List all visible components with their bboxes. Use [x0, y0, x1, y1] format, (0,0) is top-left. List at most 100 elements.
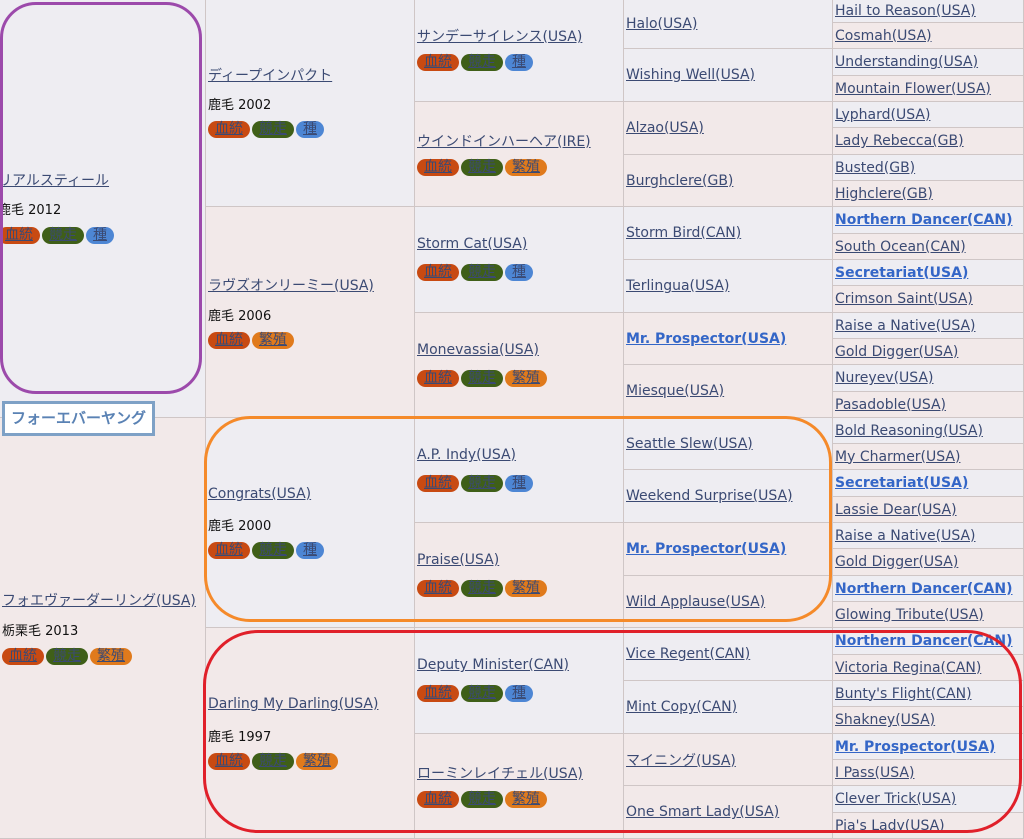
gen5-link[interactable]: Mr. Prospector(USA)	[835, 739, 995, 755]
gen4-link[interactable]: Terlingua(USA)	[626, 278, 729, 294]
badge-mare[interactable]: 繁殖	[505, 159, 547, 176]
gen4-link[interactable]: One Smart Lady(USA)	[626, 804, 779, 820]
badge-race[interactable]: 競走	[461, 264, 503, 281]
gen5-link[interactable]: Lyphard(USA)	[835, 107, 930, 123]
gen5-link[interactable]: Northern Dancer(CAN)	[835, 633, 1013, 649]
gen5-link[interactable]: Pia's Lady(USA)	[835, 818, 945, 834]
badge-race[interactable]: 競走	[461, 159, 503, 176]
gen5-link[interactable]: Lassie Dear(USA)	[835, 502, 957, 518]
badge-blood[interactable]: 血統	[208, 121, 250, 138]
badge-blood[interactable]: 血統	[0, 227, 40, 244]
gen5-link[interactable]: Mountain Flower(USA)	[835, 81, 991, 97]
badge-mare[interactable]: 繁殖	[505, 791, 547, 808]
gen4-link[interactable]: Miesque(USA)	[626, 383, 724, 399]
gen4-link[interactable]: Wishing Well(USA)	[626, 67, 755, 83]
gen5-link[interactable]: Bold Reasoning(USA)	[835, 423, 983, 439]
badge-stud[interactable]: 種	[86, 227, 114, 244]
gen4-link[interactable]: Halo(USA)	[626, 16, 697, 32]
gen5-link[interactable]: My Charmer(USA)	[835, 449, 960, 465]
gen4-link[interactable]: Wild Applause(USA)	[626, 594, 765, 610]
gen5-link[interactable]: Hail to Reason(USA)	[835, 3, 976, 19]
gen4-link[interactable]: Mint Copy(CAN)	[626, 699, 737, 715]
gen3-link[interactable]: Praise(USA)	[417, 552, 499, 568]
gen3-link[interactable]: サンデーサイレンス(USA)	[417, 26, 582, 46]
badge-race[interactable]: 競走	[252, 121, 294, 138]
gen5-link[interactable]: Gold Digger(USA)	[835, 554, 958, 570]
badge-mare[interactable]: 繁殖	[252, 332, 294, 349]
gen5-link[interactable]: Lady Rebecca(GB)	[835, 133, 964, 149]
gen5-link[interactable]: Raise a Native(USA)	[835, 528, 976, 544]
badge-mare[interactable]: 繁殖	[505, 370, 547, 387]
gen5-link[interactable]: I Pass(USA)	[835, 765, 914, 781]
gen3-link[interactable]: ウインドインハーヘア(IRE)	[417, 131, 591, 151]
gen2-link[interactable]: Congrats(USA)	[208, 486, 311, 502]
badge-stud[interactable]: 種	[505, 264, 533, 281]
gen5-link[interactable]: Cosmah(USA)	[835, 28, 932, 44]
badge-stud[interactable]: 種	[296, 121, 324, 138]
badge-mare[interactable]: 繁殖	[296, 753, 338, 770]
badge-race[interactable]: 競走	[42, 227, 84, 244]
badge-stud[interactable]: 種	[296, 542, 324, 559]
badge-mare[interactable]: 繁殖	[90, 648, 132, 665]
gen5-link[interactable]: Raise a Native(USA)	[835, 318, 976, 334]
badge-blood[interactable]: 血統	[208, 542, 250, 559]
badge-blood[interactable]: 血統	[208, 332, 250, 349]
badge-race[interactable]: 競走	[252, 542, 294, 559]
gen3-link[interactable]: ローミンレイチェル(USA)	[417, 763, 583, 783]
badge-stud[interactable]: 種	[505, 475, 533, 492]
gen4-link[interactable]: Alzao(USA)	[626, 120, 704, 136]
badge-race[interactable]: 競走	[461, 475, 503, 492]
gen2-link[interactable]: Darling My Darling(USA)	[208, 696, 378, 712]
gen5-link[interactable]: Northern Dancer(CAN)	[835, 212, 1013, 228]
gen4-link[interactable]: Storm Bird(CAN)	[626, 225, 741, 241]
gen5-link[interactable]: South Ocean(CAN)	[835, 239, 966, 255]
badge-race[interactable]: 競走	[46, 648, 88, 665]
gen5-link[interactable]: Northern Dancer(CAN)	[835, 581, 1013, 597]
gen5-link[interactable]: Secretariat(USA)	[835, 475, 968, 491]
badge-stud[interactable]: 種	[505, 685, 533, 702]
gen5-link[interactable]: Gold Digger(USA)	[835, 344, 958, 360]
badge-mare[interactable]: 繁殖	[505, 580, 547, 597]
badge-blood[interactable]: 血統	[208, 753, 250, 770]
gen4-link[interactable]: Vice Regent(CAN)	[626, 646, 750, 662]
badge-blood[interactable]: 血統	[417, 791, 459, 808]
gen4-link[interactable]: Burghclere(GB)	[626, 173, 733, 189]
badge-race[interactable]: 競走	[461, 580, 503, 597]
gen5-link[interactable]: Understanding(USA)	[835, 54, 978, 70]
gen5-link[interactable]: Nureyev(USA)	[835, 370, 934, 386]
badge-blood[interactable]: 血統	[417, 580, 459, 597]
gen5-link[interactable]: Glowing Tribute(USA)	[835, 607, 984, 623]
badge-race[interactable]: 競走	[461, 791, 503, 808]
badge-blood[interactable]: 血統	[417, 159, 459, 176]
badge-race[interactable]: 競走	[461, 685, 503, 702]
gen5-link[interactable]: Crimson Saint(USA)	[835, 291, 973, 307]
gen3-link[interactable]: Deputy Minister(CAN)	[417, 657, 569, 673]
gen5-link[interactable]: Shakney(USA)	[835, 712, 935, 728]
badge-blood[interactable]: 血統	[2, 648, 44, 665]
gen3-link[interactable]: Monevassia(USA)	[417, 342, 539, 358]
gen5-link[interactable]: Secretariat(USA)	[835, 265, 968, 281]
gen5-link[interactable]: Clever Trick(USA)	[835, 791, 956, 807]
gen5-link[interactable]: Pasadoble(USA)	[835, 397, 946, 413]
gen3-link[interactable]: Storm Cat(USA)	[417, 236, 527, 252]
gen3-link[interactable]: A.P. Indy(USA)	[417, 447, 516, 463]
badge-race[interactable]: 競走	[252, 753, 294, 770]
badge-race[interactable]: 競走	[461, 370, 503, 387]
gen5-link[interactable]: Busted(GB)	[835, 160, 915, 176]
sire-link[interactable]: リアルスティール	[0, 170, 109, 190]
gen5-link[interactable]: Highclere(GB)	[835, 186, 933, 202]
badge-race[interactable]: 競走	[461, 54, 503, 71]
gen4-link[interactable]: Mr. Prospector(USA)	[626, 541, 786, 557]
gen4-link[interactable]: Weekend Surprise(USA)	[626, 488, 793, 504]
badge-blood[interactable]: 血統	[417, 264, 459, 281]
badge-blood[interactable]: 血統	[417, 370, 459, 387]
gen4-link[interactable]: マイニング(USA)	[626, 750, 736, 770]
gen4-link[interactable]: Mr. Prospector(USA)	[626, 331, 786, 347]
badge-blood[interactable]: 血統	[417, 685, 459, 702]
gen2-link[interactable]: ディープインパクト	[208, 65, 332, 85]
gen4-link[interactable]: Seattle Slew(USA)	[626, 436, 753, 452]
gen5-link[interactable]: Bunty's Flight(CAN)	[835, 686, 972, 702]
badge-stud[interactable]: 種	[505, 54, 533, 71]
gen2-link[interactable]: ラヴズオンリーミー(USA)	[208, 275, 374, 295]
dam-link[interactable]: フォエヴァーダーリング(USA)	[2, 590, 196, 610]
